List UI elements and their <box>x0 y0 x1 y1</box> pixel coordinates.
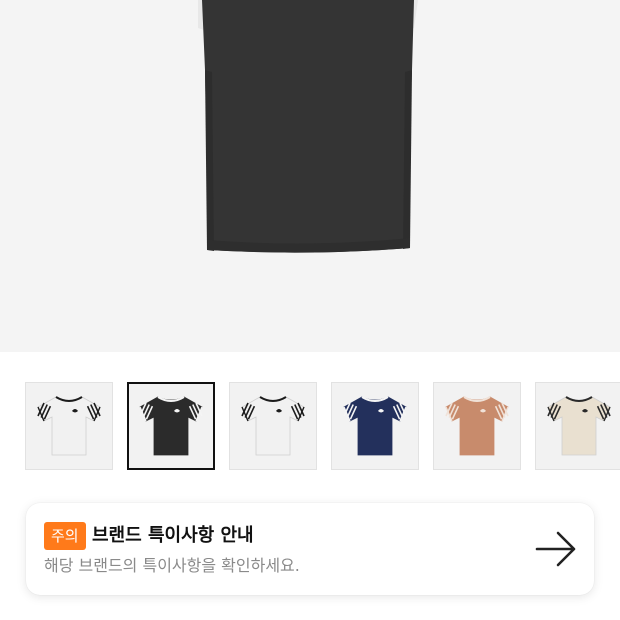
warning-badge: 주의 <box>44 522 86 550</box>
thumbnail-strip <box>25 382 620 472</box>
thumbnail-4[interactable] <box>331 382 419 470</box>
black-tshirt-white-stripes-icon <box>139 396 203 456</box>
thumbnail-3[interactable] <box>229 382 317 470</box>
arrow-right-icon[interactable] <box>534 529 578 569</box>
white-tshirt-black-stripes-icon <box>241 396 305 456</box>
thumbnail-5[interactable] <box>433 382 521 470</box>
thumbnail-1[interactable] <box>25 382 113 470</box>
thumbnail-2[interactable] <box>127 382 215 470</box>
notice-title: 브랜드 특이사항 안내 <box>92 525 254 546</box>
black-tshirt-image <box>198 0 418 253</box>
notice-description: 해당 브랜드의 특이사항을 확인하세요. <box>44 556 300 575</box>
white-tshirt-black-stripes-icon <box>37 396 101 456</box>
navy-tshirt-white-stripes-icon <box>343 396 407 456</box>
thumbnail-6[interactable] <box>535 382 620 470</box>
brown-tshirt-white-stripes-icon <box>445 396 509 456</box>
product-main-image <box>0 0 620 352</box>
brand-notice-card[interactable]: 주의 브랜드 특이사항 안내 해당 브랜드의 특이사항을 확인하세요. <box>26 503 594 595</box>
beige-tshirt-dark-stripes-icon <box>547 396 611 456</box>
